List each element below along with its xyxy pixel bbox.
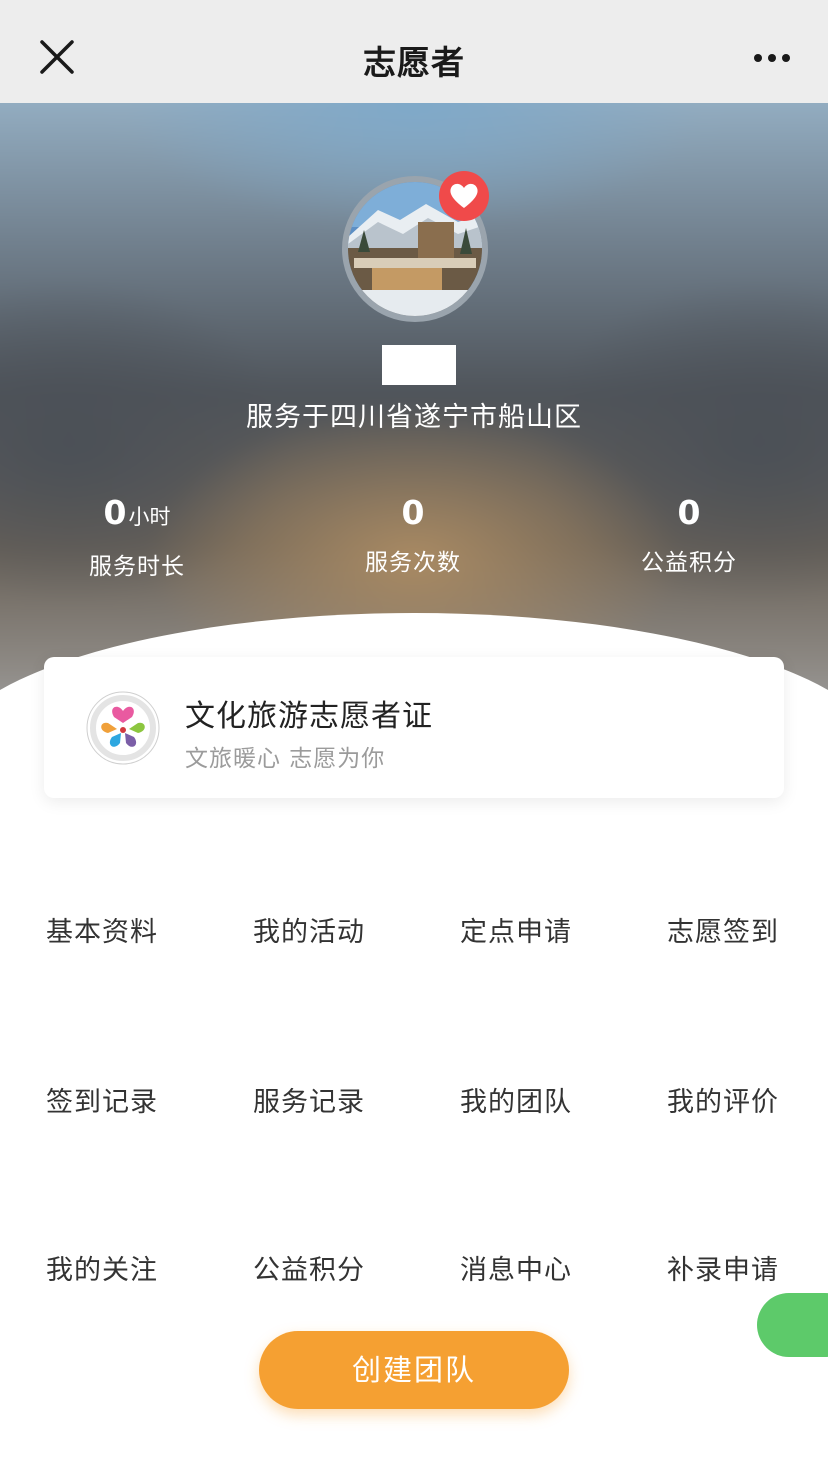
stat-service-count[interactable]: 0 服务次数 <box>313 493 513 577</box>
stat-value: 0小时 <box>103 493 171 532</box>
menu-my-follows[interactable]: 我的关注 <box>46 1248 206 1287</box>
certificate-subtitle: 文旅暖心 志愿为你 <box>185 746 386 772</box>
menu-fixed-point-apply[interactable]: 定点申请 <box>460 910 620 949</box>
stat-value: 0 <box>401 493 425 532</box>
menu-my-reviews[interactable]: 我的评价 <box>667 1080 827 1119</box>
page-title: 志愿者 <box>363 43 465 82</box>
menu-message-center[interactable]: 消息中心 <box>460 1248 620 1287</box>
create-team-button[interactable]: 创建团队 <box>259 1331 569 1409</box>
menu-basic-info[interactable]: 基本资料 <box>46 910 206 949</box>
heart-icon <box>439 171 489 221</box>
stat-points[interactable]: 0 公益积分 <box>589 493 789 577</box>
menu-my-team[interactable]: 我的团队 <box>460 1080 620 1119</box>
floating-action-tab[interactable] <box>757 1293 828 1357</box>
menu-my-activities[interactable]: 我的活动 <box>253 910 413 949</box>
stat-label: 服务时长 <box>89 554 185 580</box>
stat-service-hours[interactable]: 0小时 服务时长 <box>37 493 237 581</box>
profile-header: 服务于四川省遂宁市船山区 0小时 服务时长 0 服务次数 0 公益积分 <box>0 103 828 713</box>
service-area: 服务于四川省遂宁市船山区 <box>246 402 582 433</box>
stat-value: 0 <box>677 493 701 532</box>
menu-checkin-records[interactable]: 签到记录 <box>46 1080 206 1119</box>
stat-label: 服务次数 <box>365 550 461 576</box>
page: 志愿者 服务于四川省遂宁市船山区 0小时 服务时长 0 服务次数 0 公益积分 … <box>0 0 828 1482</box>
stat-label: 公益积分 <box>641 550 737 576</box>
menu-public-points[interactable]: 公益积分 <box>253 1248 413 1287</box>
menu-volunteer-checkin[interactable]: 志愿签到 <box>667 910 827 949</box>
volunteer-certificate-card[interactable]: 文化旅游志愿者证 文旅暖心 志愿为你 <box>44 657 784 798</box>
menu-supplement-apply[interactable]: 补录申请 <box>667 1248 827 1287</box>
certificate-title: 文化旅游志愿者证 <box>185 699 433 734</box>
title-bar: 志愿者 <box>0 0 828 103</box>
more-icon[interactable] <box>752 46 792 70</box>
menu-service-records[interactable]: 服务记录 <box>253 1080 413 1119</box>
volunteer-logo-icon <box>86 691 160 765</box>
user-name-redacted <box>382 345 456 385</box>
